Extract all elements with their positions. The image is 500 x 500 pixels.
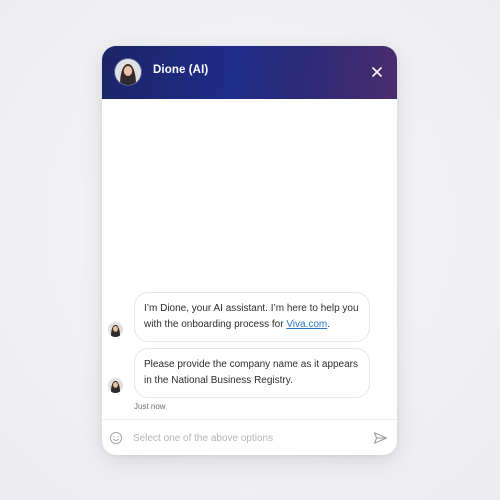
assistant-avatar [115, 59, 141, 85]
message-bubble: I’m Dione, your AI assistant. I’m here t… [134, 292, 370, 342]
page: Dione (AI) I’m Dione, your AI assistant.… [0, 0, 500, 500]
send-button[interactable] [373, 431, 388, 445]
chat-widget: Dione (AI) I’m Dione, your AI assistant.… [102, 46, 397, 455]
message-timestamp: Just now [134, 402, 166, 411]
emoji-button[interactable] [109, 431, 123, 445]
smiley-icon [109, 431, 123, 445]
message-text-end: . [327, 319, 331, 330]
message-bubble: Please provide the company name as it ap… [134, 348, 370, 398]
close-icon [372, 67, 382, 77]
message-list: I’m Dione, your AI assistant. I’m here t… [102, 99, 397, 421]
send-icon [373, 432, 388, 444]
assistant-avatar-small [108, 322, 123, 337]
close-button[interactable] [368, 63, 386, 81]
message-input[interactable] [133, 429, 363, 447]
viva-link[interactable]: Viva.com [286, 319, 327, 330]
composer [102, 420, 397, 455]
chat-title: Dione (AI) [153, 64, 209, 76]
assistant-avatar-small [108, 378, 123, 393]
chat-header: Dione (AI) [102, 46, 397, 99]
message-text: Please provide the company name as it ap… [144, 359, 359, 386]
